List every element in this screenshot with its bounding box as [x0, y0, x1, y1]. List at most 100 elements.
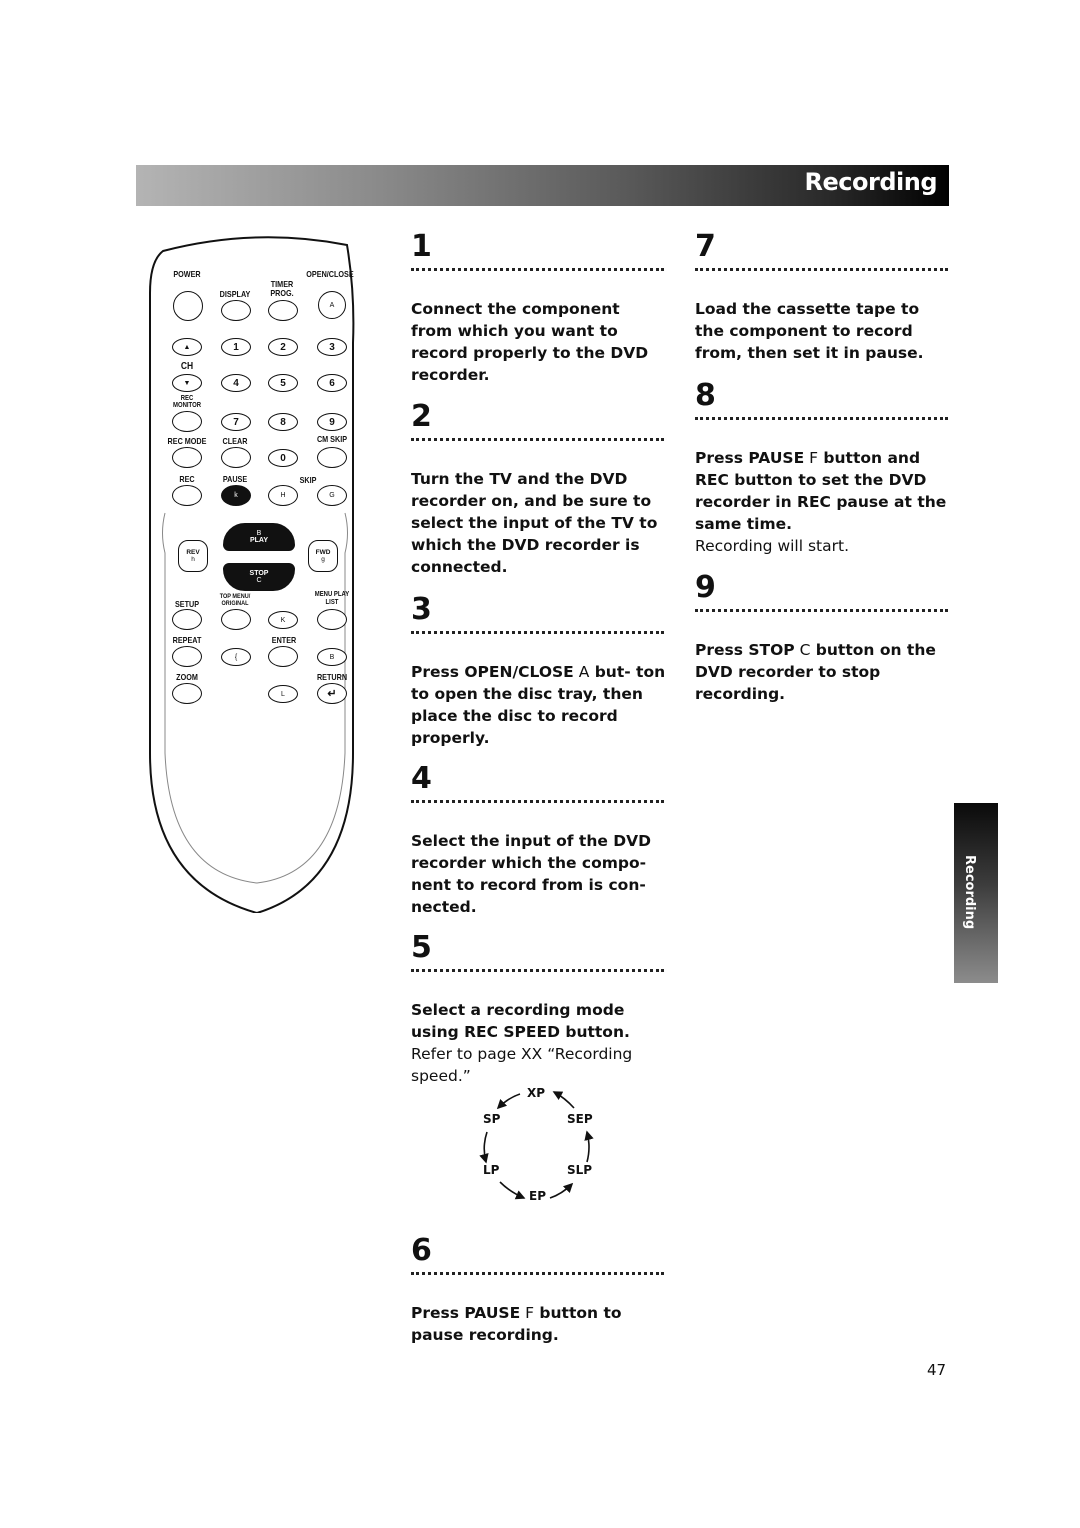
step-5: 5 Select a recording mode using REC SPEE…: [411, 931, 666, 1087]
dotted-divider: [411, 631, 664, 637]
step-9: 9 Press STOP C button on the DVD recorde…: [695, 571, 950, 705]
step-instruction: Press PAUSE F button to pause recording.: [411, 1302, 666, 1346]
step-number: 5: [411, 930, 432, 965]
return-label: RETURN: [316, 672, 348, 682]
step-number: 9: [695, 570, 716, 605]
step-number: 1: [411, 229, 432, 264]
top-menu-label: TOP MENU/ ORIGINAL: [219, 593, 251, 607]
top-menu-button[interactable]: [221, 609, 251, 630]
digit-0-button[interactable]: 0: [268, 449, 298, 467]
stop-glyph: C: [256, 577, 262, 584]
digit-4-button[interactable]: 4: [221, 374, 251, 392]
step-instruction: Press PAUSE F button and REC button to s…: [695, 447, 950, 557]
fwd-label: FWD: [315, 549, 331, 556]
power-button[interactable]: [173, 291, 203, 321]
step-instruction-bold: Select a recording mode using REC SPEED …: [411, 1001, 630, 1041]
channel-up-button[interactable]: ▲: [172, 338, 202, 356]
play-button[interactable]: B PLAY: [223, 523, 295, 551]
step-7: 7 Load the cassette tape to the componen…: [695, 230, 950, 364]
section-header-bar: Recording: [136, 165, 949, 206]
stop-glyph: C: [799, 641, 811, 659]
clear-button[interactable]: [221, 447, 251, 468]
clear-label: CLEAR: [222, 436, 248, 446]
play-glyph: B: [256, 530, 262, 537]
step-instruction-note: Recording will start.: [695, 537, 850, 555]
timer-prog-label: TIMER PROG.: [270, 279, 294, 298]
step-instruction: Connect the component from which you wan…: [411, 298, 666, 386]
stop-label: STOP: [249, 570, 269, 577]
open-close-button[interactable]: A: [318, 291, 346, 319]
step-instruction-bold: Press OPEN/CLOSE: [411, 663, 574, 681]
open-close-glyph: A: [578, 663, 590, 681]
skip-label: SKIP: [299, 475, 317, 485]
step-instruction-note: Refer to page XX “Recording speed.”: [411, 1045, 633, 1085]
cursor-left-button[interactable]: {: [221, 648, 251, 666]
chapter-side-tab: Recording: [954, 803, 998, 983]
chapter-side-tab-label: Recording: [962, 855, 977, 930]
dotted-divider: [411, 268, 664, 274]
arrow-lp-to-ep: [499, 1181, 526, 1200]
speed-mode-slp: SLP: [567, 1163, 593, 1177]
step-instruction: Select the input of the DVD recorder whi…: [411, 830, 666, 918]
digit-5-button[interactable]: 5: [268, 374, 298, 392]
display-label: DISPLAY: [219, 289, 251, 299]
setup-button[interactable]: [172, 609, 202, 630]
digit-7-button[interactable]: 7: [221, 413, 251, 431]
cm-skip-button[interactable]: [317, 447, 347, 468]
zoom-label: ZOOM: [176, 672, 198, 682]
step-3: 3 Press OPEN/CLOSE A but- ton to open th…: [411, 593, 666, 749]
step-instruction-bold: Press PAUSE: [695, 449, 805, 467]
skip-back-button[interactable]: H: [268, 485, 298, 506]
menu-button[interactable]: [317, 609, 347, 630]
display-button[interactable]: [221, 300, 251, 321]
step-2: 2 Turn the TV and the DVD recorder on, a…: [411, 400, 666, 578]
play-label: PLAY: [249, 537, 269, 544]
cursor-right-button[interactable]: B: [317, 648, 347, 666]
rec-monitor-button[interactable]: [172, 411, 202, 432]
digit-1-button[interactable]: 1: [221, 338, 251, 356]
digit-9-button[interactable]: 9: [317, 413, 347, 431]
repeat-button[interactable]: [172, 646, 202, 667]
rec-button[interactable]: [172, 485, 202, 506]
cursor-down-button[interactable]: L: [268, 685, 298, 703]
step-number: 4: [411, 761, 432, 796]
speed-mode-sp: SP: [483, 1112, 501, 1126]
step-instruction: Select a recording mode using REC SPEED …: [411, 999, 666, 1087]
zoom-button[interactable]: [172, 683, 202, 704]
step-instruction: Press OPEN/CLOSE A but- ton to open the …: [411, 661, 666, 749]
rec-mode-button[interactable]: [172, 447, 202, 468]
step-number: 6: [411, 1233, 432, 1268]
step-instruction-bold: Press STOP: [695, 641, 795, 659]
setup-label: SETUP: [174, 599, 200, 609]
dotted-divider: [411, 438, 664, 444]
pause-label: PAUSE: [222, 474, 248, 484]
enter-button[interactable]: [268, 646, 298, 667]
channel-down-button[interactable]: ▼: [172, 374, 202, 392]
digit-3-button[interactable]: 3: [317, 338, 347, 356]
step-instruction-bold: Press PAUSE: [411, 1304, 521, 1322]
step-instruction-bold: Connect the component from which you wan…: [411, 300, 649, 384]
rec-label: REC: [179, 474, 195, 484]
arrow-sep-to-xp: [552, 1091, 575, 1109]
return-button[interactable]: ↵: [317, 683, 347, 704]
pause-glyph: F: [809, 449, 819, 467]
arrow-sp-to-lp: [479, 1131, 489, 1164]
cursor-up-button[interactable]: K: [268, 611, 298, 629]
digit-2-button[interactable]: 2: [268, 338, 298, 356]
dotted-divider: [411, 800, 664, 806]
step-instruction-bold: Load the cassette tape to the component …: [695, 300, 924, 362]
stop-button[interactable]: STOP C: [223, 563, 295, 591]
digit-8-button[interactable]: 8: [268, 413, 298, 431]
fwd-button[interactable]: FWD g: [308, 540, 338, 572]
digit-6-button[interactable]: 6: [317, 374, 347, 392]
dotted-divider: [695, 609, 948, 615]
step-number: 8: [695, 378, 716, 413]
step-number: 3: [411, 592, 432, 627]
rev-button[interactable]: REV h: [178, 540, 208, 572]
skip-forward-button[interactable]: G: [317, 485, 347, 506]
page-number: 47: [927, 1361, 947, 1379]
pause-button[interactable]: k: [221, 485, 251, 506]
menu-label: MENU PLAY LIST: [314, 591, 350, 606]
dotted-divider: [411, 969, 664, 975]
timer-prog-button[interactable]: [268, 300, 298, 321]
